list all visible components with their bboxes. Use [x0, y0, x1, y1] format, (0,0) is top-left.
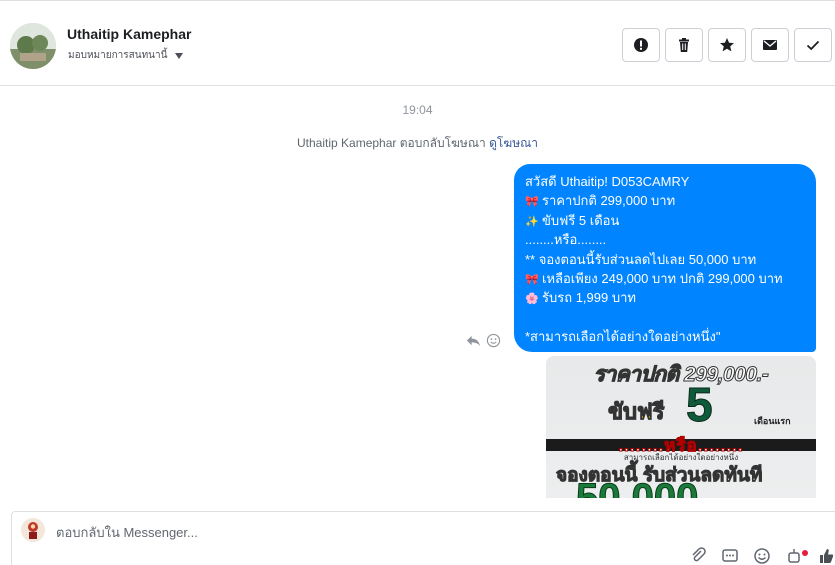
message-line-text: สวัสดี Uthaitip! D053CAMRY [525, 174, 690, 189]
composer-tools [689, 547, 835, 565]
assign-label: มอบหมายการสนทนานี้ [68, 50, 168, 61]
message-timestamp: 19:04 [402, 103, 433, 117]
message-thread[interactable]: 19:04 Uthaitip Kamephar ตอบกลับโฆษณา ดูโ… [0, 87, 835, 507]
message-line: *สามารถเลือกได้อย่างใดอย่างหนึ่ง" [525, 327, 806, 346]
message-line: ........หรือ........ [525, 230, 806, 249]
star-button[interactable] [708, 28, 746, 62]
promo-first-months: เดือนแรก [754, 416, 791, 426]
promo-months-number: 5 [686, 379, 714, 433]
message-actions [466, 333, 501, 348]
message-line: 🎀 ราคาปกติ 299,000 บาท [525, 191, 806, 210]
message-line: ** จองตอนนี้รับส่วนลดไปเลย 50,000 บาท [525, 250, 806, 269]
contact-avatar[interactable] [10, 23, 56, 69]
emoji-icon[interactable] [753, 547, 771, 565]
conversation-header: Uthaitip Kamephar มอบหมายการสนทนานี้ [0, 0, 835, 86]
trash-icon [679, 38, 689, 52]
promo-drive-free: ขับฟรี [607, 399, 665, 425]
outgoing-message-bubble[interactable]: สวัสดี Uthaitip! D053CAMRY 🎀 ราคาปกติ 299,… [514, 164, 816, 352]
page-avatar [21, 518, 45, 542]
emoji-glyph-icon: 🌸 [525, 293, 539, 306]
react-smiley-icon[interactable] [486, 333, 501, 348]
star-icon [720, 38, 734, 52]
mark-done-button[interactable] [794, 28, 832, 62]
reply-input[interactable] [56, 520, 656, 544]
message-line-text: *สามารถเลือกได้อย่างใดอย่างหนึ่ง" [525, 329, 721, 345]
robot-icon[interactable] [785, 547, 803, 565]
message-line-text: ** จองตอนนี้รับส่วนลดไปเลย 50,000 บาท [525, 251, 757, 267]
mark-unread-button[interactable] [751, 28, 789, 62]
message-line: 🎀 เหลือเพียง 249,000 บาท ปกติ 299,000 บาท [525, 269, 806, 288]
promo-image-attachment[interactable]: ราคาปกติ 299,000.- ขับฟรี 5 เดือนแรก ...… [546, 356, 816, 498]
notification-dot [802, 550, 808, 556]
chevron-down-icon [175, 53, 184, 59]
message-line: ✨ ขับฟรี 5 เดือน [525, 211, 806, 230]
conversation-toolbar [622, 28, 832, 62]
ad-reply-notice: Uthaitip Kamephar ตอบกลับโฆษณา ดูโฆษณา [0, 134, 835, 153]
thumbs-up-icon[interactable] [817, 547, 835, 565]
checkmark-icon [806, 40, 820, 51]
message-line: สวัสดี Uthaitip! D053CAMRY [525, 172, 806, 191]
message-line-text: ........หรือ........ [525, 232, 607, 248]
alert-icon [634, 38, 648, 52]
contact-name[interactable]: Uthaitip Kamephar [67, 26, 191, 42]
message-line [525, 308, 806, 327]
emoji-glyph-icon: 🎀 [525, 196, 539, 209]
saved-reply-icon[interactable] [721, 547, 739, 565]
envelope-icon [763, 40, 777, 50]
view-ad-link[interactable]: ดูโฆษณา [489, 136, 538, 150]
message-line-text: ขับฟรี 5 เดือน [542, 212, 620, 228]
assign-conversation-dropdown[interactable]: มอบหมายการสนทนานี้ [68, 48, 184, 63]
mark-spam-button[interactable] [622, 28, 660, 62]
promo-regular-price: ราคาปกติ 299,000.- [593, 363, 769, 387]
message-line-text: รับรถ 1,999 บาท [542, 290, 636, 306]
reply-icon[interactable] [466, 333, 481, 348]
ad-reply-text: Uthaitip Kamephar ตอบกลับโฆษณา [297, 136, 486, 150]
message-line-text: เหลือเพียง 249,000 บาท ปกติ 299,000 บาท [542, 270, 783, 286]
message-line-text: ราคาปกติ 299,000 บาท [542, 193, 676, 209]
message-line: 🌸 รับรถ 1,999 บาท [525, 288, 806, 307]
attachment-icon[interactable] [689, 547, 707, 565]
delete-button[interactable] [665, 28, 703, 62]
promo-discount-amount: 50,000 [575, 476, 699, 499]
